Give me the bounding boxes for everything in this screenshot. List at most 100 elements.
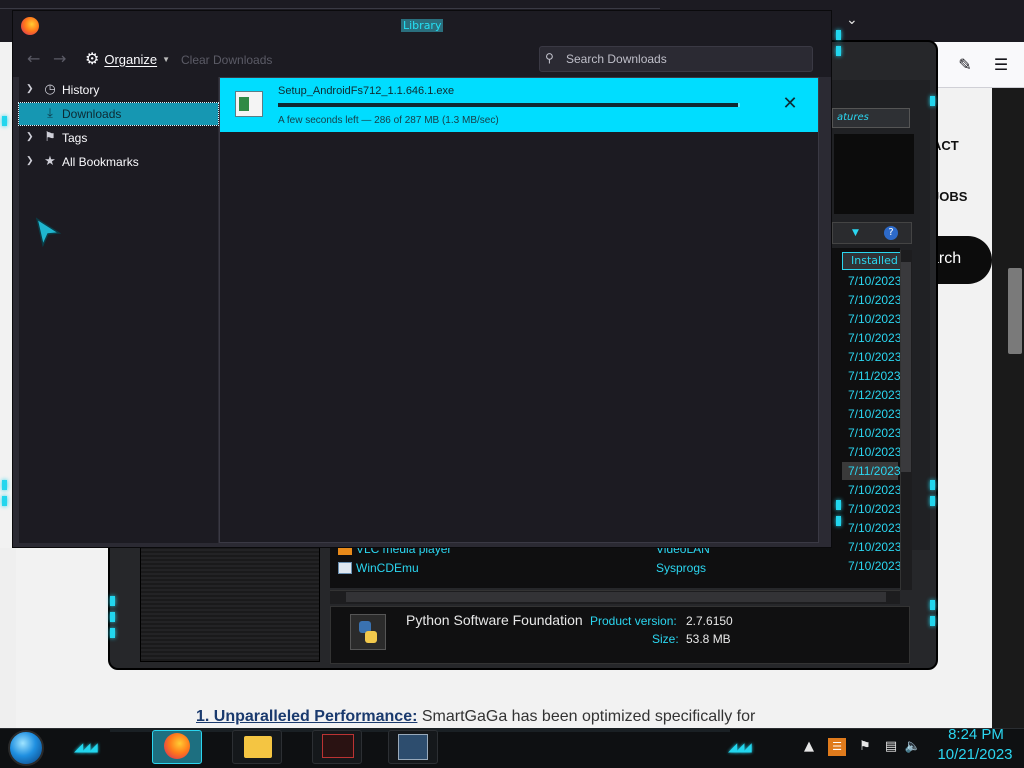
cancel-download-button[interactable]: ✕ [779,93,801,115]
sidebar-item-label: All Bookmarks [62,155,139,169]
download-progress-fill [278,103,739,107]
help-icon[interactable]: ? [884,226,898,240]
app-icon [322,734,354,758]
gear-icon: ⚙ [85,51,100,68]
installed-date-cell[interactable]: 7/10/2023 [848,559,901,573]
skin-accent [930,480,935,490]
skin-accent [110,628,115,638]
window-title: Library [401,19,444,32]
download-icon: ⤓ [47,105,53,120]
pm-features-field[interactable]: atures [832,108,910,128]
library-window: Library ← → ⚙ Organize ▼ Clear Downloads… [12,10,832,548]
tray-expand-icon[interactable]: ▲ [800,738,818,756]
sidebar-item-tags[interactable]: ❯ ⚑ Tags [19,127,218,149]
tag-icon: ⚑ [44,129,56,144]
organize-label: Organize [104,51,158,67]
installed-date-cell[interactable]: 7/10/2023 [848,483,901,497]
installed-date-cell[interactable]: 7/10/2023 [848,331,901,345]
program-row-name[interactable]: WinCDEmu [356,561,419,575]
program-row-publisher: Sysprogs [656,561,707,575]
skin-accent [930,600,935,610]
dropdown-arrow-icon[interactable]: ▼ [852,228,859,238]
installer-file-icon-detail [239,97,249,111]
installed-date-cell[interactable]: 7/12/2023 [848,388,901,402]
skin-accent [110,612,115,622]
search-icon: ⚲ [545,51,554,65]
installer-icon [398,734,428,760]
clock-date[interactable]: 10/21/2023 [928,746,1022,763]
pm-category-pane [140,540,320,662]
details-version-label: Product version: [590,614,677,628]
list-all-tabs-icon[interactable]: ⌄ [846,12,864,30]
skin-accent [2,480,7,490]
extensions-icon[interactable]: ✎ [954,54,976,76]
expand-arrow-icon[interactable]: ❯ [26,155,34,166]
skin-accent [836,30,841,40]
program-list-hscroll-thumb[interactable] [346,592,886,602]
sidebar-item-downloads[interactable]: ⤓ Downloads [18,102,219,126]
article-text: SmartGaGa has been optimized specificall… [417,708,756,725]
firefox-icon [164,733,190,759]
installed-date-cell[interactable]: 7/10/2023 [848,312,901,326]
article-heading: 1. Unparalleled Performance: [196,708,418,725]
page-scrollbar-thumb[interactable] [1008,268,1022,354]
installed-date-cell[interactable]: 7/11/2023 [848,464,901,478]
menu-icon[interactable]: ☰ [990,54,1012,76]
pm-panel [834,134,914,214]
details-size-label: Size: [652,632,679,646]
article-paragraph: 1. Unparalleled Performance: SmartGaGa h… [196,708,816,728]
sidebar-item-label: History [62,83,100,97]
installed-date-cell[interactable]: 7/10/2023 [848,426,901,440]
clear-downloads-button[interactable]: Clear Downloads [181,53,272,67]
star-icon: ★ [44,153,56,168]
installed-date-cell[interactable]: 7/11/2023 [848,369,901,383]
details-version-value: 2.7.6150 [686,614,733,628]
installed-date-cell[interactable]: 7/10/2023 [848,293,901,307]
installed-date-cell[interactable]: 7/10/2023 [848,502,901,516]
installed-date-cell[interactable]: 7/10/2023 [848,274,901,288]
installed-date-cell[interactable]: 7/10/2023 [848,521,901,535]
wincdemu-icon [338,562,352,574]
installed-date-cell[interactable]: 7/10/2023 [848,540,901,554]
flag-icon[interactable]: ⚑ [856,738,874,756]
search-downloads-input[interactable]: Search Downloads [539,46,813,72]
firefox-icon [21,17,39,35]
clock-icon: ◷ [44,81,56,96]
sidebar-item-label: Downloads [62,107,122,121]
start-button[interactable] [8,730,44,766]
library-toolbar: ← → ⚙ Organize ▼ Clear Downloads Search … [13,41,831,77]
installed-date-cell[interactable]: 7/10/2023 [848,407,901,421]
skin-accent [836,46,841,56]
expand-arrow-icon[interactable]: ❯ [26,131,34,142]
skin-accent [2,116,7,126]
skin-accent [836,516,841,526]
python-icon [350,614,386,650]
page-background [0,548,16,728]
arrow-left-icon[interactable]: ← [27,49,40,68]
download-status: A few seconds left — 286 of 287 MB (1.3 … [278,115,499,126]
page-header-panel [992,88,1024,728]
installed-date-cell[interactable]: 7/10/2023 [848,350,901,364]
installed-date-cell[interactable]: 7/10/2023 [848,445,901,459]
taskbar-accent: ◢◢◢ [728,740,752,754]
column-header-installed[interactable]: Installed [842,252,902,270]
skin-accent [110,596,115,606]
details-size-value: 53.8 MB [686,632,731,646]
folder-icon [244,736,272,758]
chevron-down-icon: ▼ [162,54,171,64]
program-list-vscroll-thumb[interactable] [901,262,911,472]
sidebar-item-history[interactable]: ❯ ◷ History [19,79,218,101]
expand-arrow-icon[interactable]: ❯ [26,83,34,94]
organize-button[interactable]: ⚙ Organize ▼ [85,47,170,71]
tab-bar-divider [0,8,660,9]
sidebar-item-all-bookmarks[interactable]: ❯ ★ All Bookmarks [19,151,218,173]
tray-app-icon[interactable]: ☰ [828,738,846,756]
library-sidebar: ❯ ◷ History ⤓ Downloads ❯ ⚑ Tags ❯ ★ All… [18,77,219,543]
volume-icon[interactable]: 🔈 [904,738,922,756]
network-icon[interactable]: ▤ [882,738,900,756]
clock-time[interactable]: 8:24 PM [936,726,1016,743]
skin-accent [930,96,935,106]
sidebar-item-label: Tags [62,131,88,145]
taskbar-accent: ◢◢◢ [74,740,98,754]
arrow-right-icon[interactable]: → [53,49,66,68]
